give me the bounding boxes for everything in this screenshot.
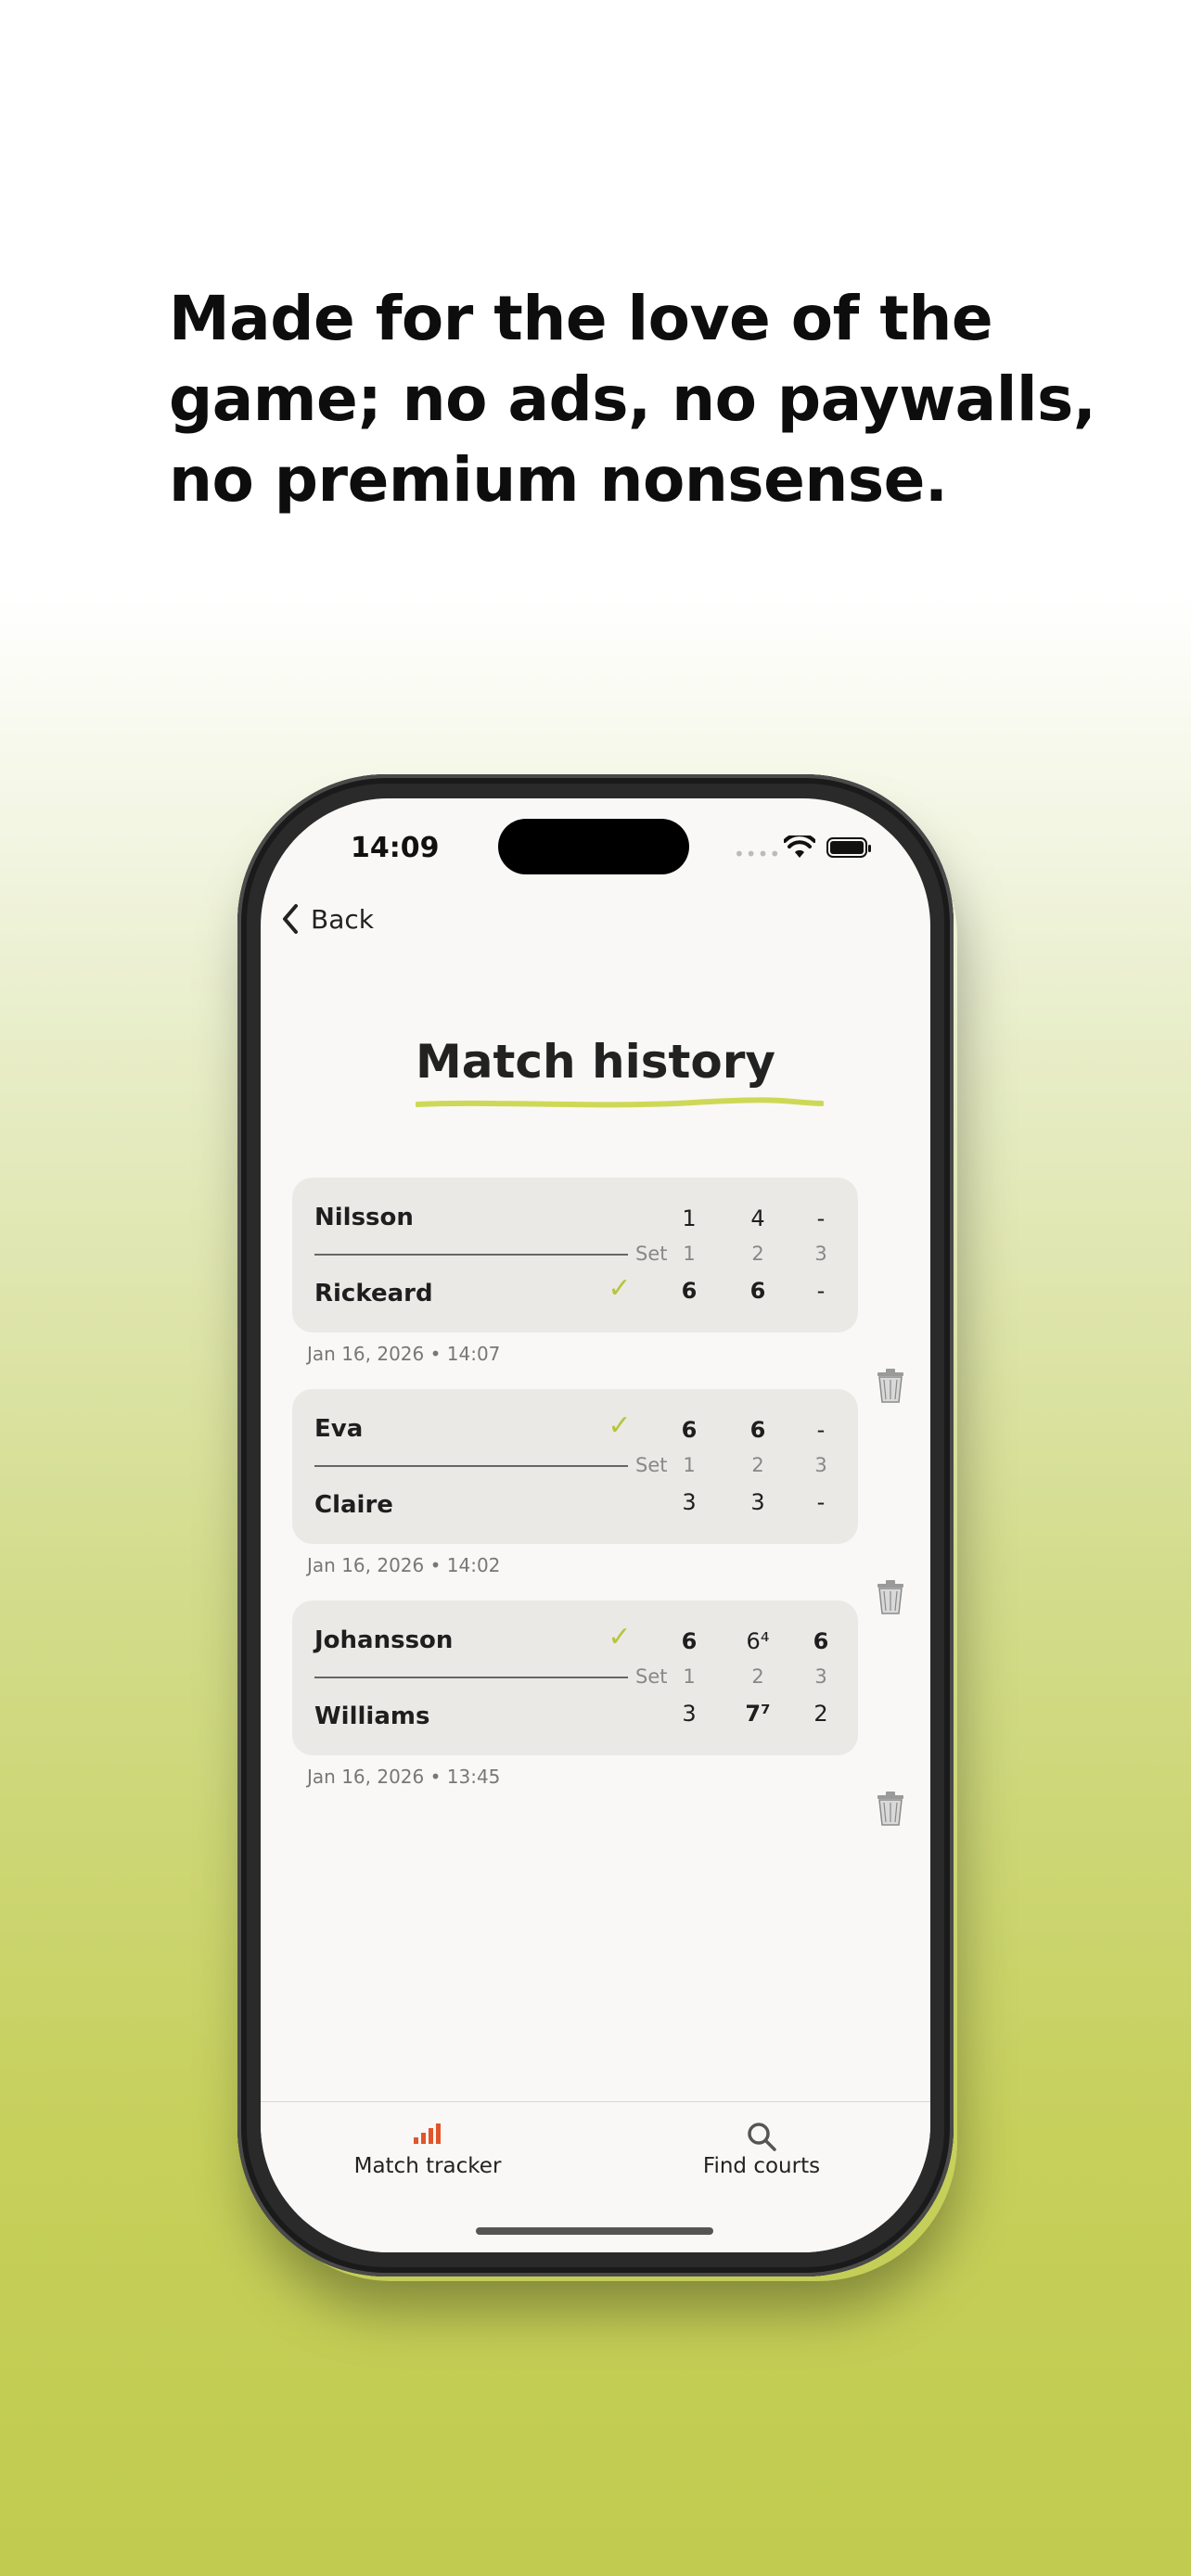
trash-icon[interactable] [875,1578,906,1615]
score: 4 [750,1205,765,1231]
set-number: 3 [814,1454,827,1476]
set-number: 2 [751,1665,764,1688]
match-date: Jan 16, 2026 • 14:07 [307,1343,501,1365]
score: 6 [749,1278,766,1304]
phone-frame: 14:09 •••• Back Match history Nilsson Ri… [237,774,954,2276]
tab-label: Find courts [702,2154,821,2178]
set-number: 1 [683,1243,696,1265]
set-number: 3 [814,1243,827,1265]
score: 6⁴ [746,1628,770,1654]
wifi-icon [784,835,815,858]
score: 6 [749,1417,766,1443]
phone-screen: 14:09 •••• Back Match history Nilsson Ri… [261,798,930,2252]
winner-check-icon: ✓ [608,1621,632,1653]
set-number: 1 [683,1665,696,1688]
back-button[interactable]: Back [281,900,374,937]
player-1-name: Johansson [314,1626,454,1654]
status-icons: •••• [734,834,882,865]
back-label: Back [311,903,374,935]
tab-find-courts[interactable]: Find courts [650,2121,873,2178]
set-label: Set [635,1243,668,1265]
dynamic-island [498,819,689,874]
score: 6 [681,1417,698,1443]
chevron-left-icon [283,904,298,934]
set-label: Set [635,1454,668,1476]
divider [314,1465,628,1467]
player-1-name: Nilsson [314,1204,414,1231]
score: 3 [682,1701,697,1727]
divider [314,1677,628,1678]
score: - [816,1417,826,1443]
player-2-name: Rickeard [314,1280,433,1307]
tab-match-tracker[interactable]: Match tracker [316,2121,539,2178]
score: - [816,1489,826,1515]
status-time: 14:09 [351,832,440,864]
divider [314,1254,628,1256]
headline-line-1: Made for the love of the [169,283,993,354]
score: 6 [813,1628,829,1654]
tab-label: Match tracker [353,2154,502,2178]
page-title: Match history [415,1035,776,1089]
headline: Made for the love of the game; no ads, n… [169,278,1096,520]
score: 1 [682,1205,697,1231]
match-card[interactable]: Johansson ✓ Williams Set 1 2 3 6 6⁴ 6 3 … [292,1600,858,1755]
score: 6 [681,1278,698,1304]
score: - [816,1205,826,1231]
match-card[interactable]: Nilsson Rickeard ✓ Set 1 2 3 1 4 - 6 6 - [292,1178,858,1333]
score: 3 [750,1489,765,1515]
score: 6 [681,1628,698,1654]
trash-icon[interactable] [875,1790,906,1827]
score: 2 [813,1701,828,1727]
winner-check-icon: ✓ [608,1409,632,1442]
title-underline [416,1097,824,1108]
match-card[interactable]: Eva ✓ Claire Set 1 2 3 6 6 - 3 3 - [292,1389,858,1544]
headline-line-2: game; no ads, no paywalls, [169,363,1096,435]
set-number: 1 [683,1454,696,1476]
bar-chart-icon [414,2123,441,2144]
search-icon [748,2123,776,2151]
headline-line-3: no premium nonsense. [169,444,948,516]
set-label: Set [635,1665,668,1688]
home-indicator [476,2227,713,2235]
match-date: Jan 16, 2026 • 13:45 [307,1766,501,1788]
player-2-name: Claire [314,1491,393,1519]
battery-icon [826,837,871,858]
score: - [816,1278,826,1304]
match-date: Jan 16, 2026 • 14:02 [307,1554,501,1576]
set-number: 3 [814,1665,827,1688]
trash-icon[interactable] [875,1367,906,1404]
score: 7⁷ [745,1701,771,1727]
player-1-name: Eva [314,1415,364,1443]
set-number: 2 [751,1243,764,1265]
set-number: 2 [751,1454,764,1476]
score: 3 [682,1489,697,1515]
player-2-name: Williams [314,1702,430,1730]
signal-icon: •••• [734,843,782,865]
winner-check-icon: ✓ [608,1272,632,1305]
